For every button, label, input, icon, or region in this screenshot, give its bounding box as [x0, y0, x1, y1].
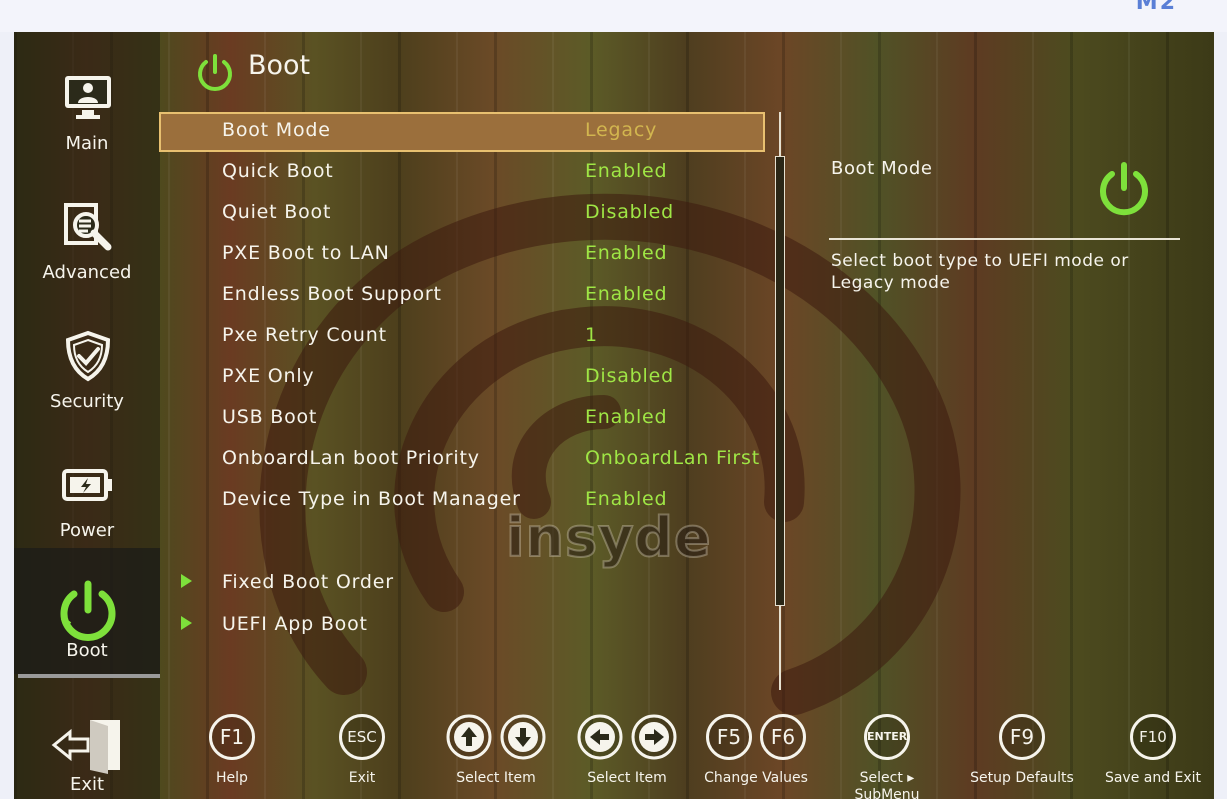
setting-label: Boot Mode: [222, 119, 331, 141]
top-strip: M2: [0, 0, 1227, 32]
submenu-label: Fixed Boot Order: [222, 571, 394, 593]
setting-row-quiet-boot[interactable]: Quiet Boot Disabled: [159, 194, 765, 232]
setting-label: Device Type in Boot Manager: [222, 488, 521, 510]
setting-label: PXE Boot to LAN: [222, 242, 390, 264]
setting-label: USB Boot: [222, 406, 318, 428]
submenu-arrow-icon: [181, 616, 192, 630]
help-divider: [829, 238, 1180, 240]
setting-row-usb-boot[interactable]: USB Boot Enabled: [159, 399, 765, 437]
setting-value[interactable]: Enabled: [585, 406, 667, 428]
f5-key-icon: F5: [706, 714, 752, 760]
sidebar-item-label: Boot: [66, 640, 108, 661]
sidebar-item-security[interactable]: Security: [14, 312, 160, 440]
setting-row-quick-boot[interactable]: Quick Boot Enabled: [159, 153, 765, 191]
key-label: Change Values: [704, 770, 808, 786]
setting-label: Quiet Boot: [222, 201, 332, 223]
setting-row-pxe-boot-to-lan[interactable]: PXE Boot to LAN Enabled: [159, 235, 765, 273]
f6-key-icon: F6: [760, 714, 806, 760]
sidebar-item-label: Advanced: [42, 262, 132, 283]
setting-row-pxe-only[interactable]: PXE Only Disabled: [159, 358, 765, 396]
submenu-arrow-icon: [181, 574, 192, 588]
power-icon: [198, 54, 232, 91]
key-legend: F1 Help ESC Exit Select Item Select Item…: [184, 704, 1214, 799]
key-label: Exit: [348, 770, 376, 786]
left-right-arrows-icon: [577, 714, 677, 760]
help-description: Select boot type to UEFI mode or Legacy …: [831, 251, 1129, 293]
enter-key-icon: ENTER: [864, 714, 910, 760]
power-icon: [60, 580, 116, 641]
setting-row-endless-boot-support[interactable]: Endless Boot Support Enabled: [159, 276, 765, 314]
sidebar: Main Advanced Security Power Boot Exit: [14, 32, 160, 799]
help-title: Boot Mode: [831, 158, 933, 179]
bios-screen: insyde Main Advanced Security Power Boot…: [14, 32, 1214, 799]
setting-value[interactable]: OnboardLan First: [585, 447, 760, 469]
page-title-text: Boot: [248, 50, 311, 81]
setting-label: PXE Only: [222, 365, 315, 387]
power-icon: [1100, 162, 1148, 216]
setting-row-onboardlan-boot-priority[interactable]: OnboardLan boot Priority OnboardLan Firs…: [159, 440, 765, 478]
setting-value[interactable]: Legacy: [585, 119, 657, 141]
setting-value[interactable]: Disabled: [585, 201, 674, 223]
setting-value[interactable]: 1: [585, 324, 598, 346]
submenu-uefi-app-boot[interactable]: UEFI App Boot: [159, 606, 765, 644]
key-label: Setup Defaults: [970, 770, 1074, 786]
sidebar-item-exit[interactable]: Exit: [14, 710, 160, 799]
submenu-fixed-boot-order[interactable]: Fixed Boot Order: [159, 564, 765, 602]
key-label: Select ▸ SubMenu: [854, 770, 920, 799]
sidebar-item-main[interactable]: Main: [14, 54, 160, 182]
setting-value[interactable]: Enabled: [585, 488, 667, 510]
key-label: Select Item: [587, 770, 667, 786]
up-down-arrows-icon: [446, 714, 546, 760]
sidebar-item-advanced[interactable]: Advanced: [14, 183, 160, 311]
shield-check-icon: [65, 330, 111, 382]
setting-label: Endless Boot Support: [222, 283, 442, 305]
setting-row-boot-mode[interactable]: Boot Mode Legacy: [159, 112, 765, 152]
sidebar-item-label: Exit: [69, 774, 105, 795]
sidebar-item-label: Main: [65, 133, 109, 154]
setting-value[interactable]: Enabled: [585, 242, 667, 264]
key-label: Help: [216, 770, 248, 786]
esc-key-icon: ESC: [339, 714, 385, 760]
setting-value[interactable]: Disabled: [585, 365, 674, 387]
sidebar-item-label: Security: [50, 391, 124, 412]
sidebar-item-boot[interactable]: Boot: [14, 548, 160, 674]
monitor-user-icon: [65, 76, 111, 119]
f10-key-icon: F10: [1130, 714, 1176, 760]
setting-value[interactable]: Enabled: [585, 283, 667, 305]
setting-row-pxe-retry-count[interactable]: Pxe Retry Count 1: [159, 317, 765, 355]
setting-value[interactable]: Enabled: [585, 160, 667, 182]
battery-icon: [62, 469, 112, 501]
setting-label: OnboardLan boot Priority: [222, 447, 480, 469]
f1-key-icon: F1: [209, 714, 255, 760]
key-label: Save and Exit: [1104, 770, 1202, 786]
exit-door-icon: [51, 720, 120, 774]
setting-label: Pxe Retry Count: [222, 324, 387, 346]
setting-row-device-type-in-boot-manager[interactable]: Device Type in Boot Manager Enabled: [159, 481, 765, 519]
setting-label: Quick Boot: [222, 160, 334, 182]
f9-key-icon: F9: [999, 714, 1045, 760]
sidebar-item-label: Power: [59, 520, 115, 541]
active-item-underline: [18, 674, 160, 678]
key-label: Select Item: [456, 770, 536, 786]
submenu-label: UEFI App Boot: [222, 613, 368, 635]
magnifier-document-icon: [64, 203, 112, 251]
header-logo-fragment: M2: [1135, 0, 1177, 15]
scrollbar-thumb[interactable]: [775, 156, 785, 606]
